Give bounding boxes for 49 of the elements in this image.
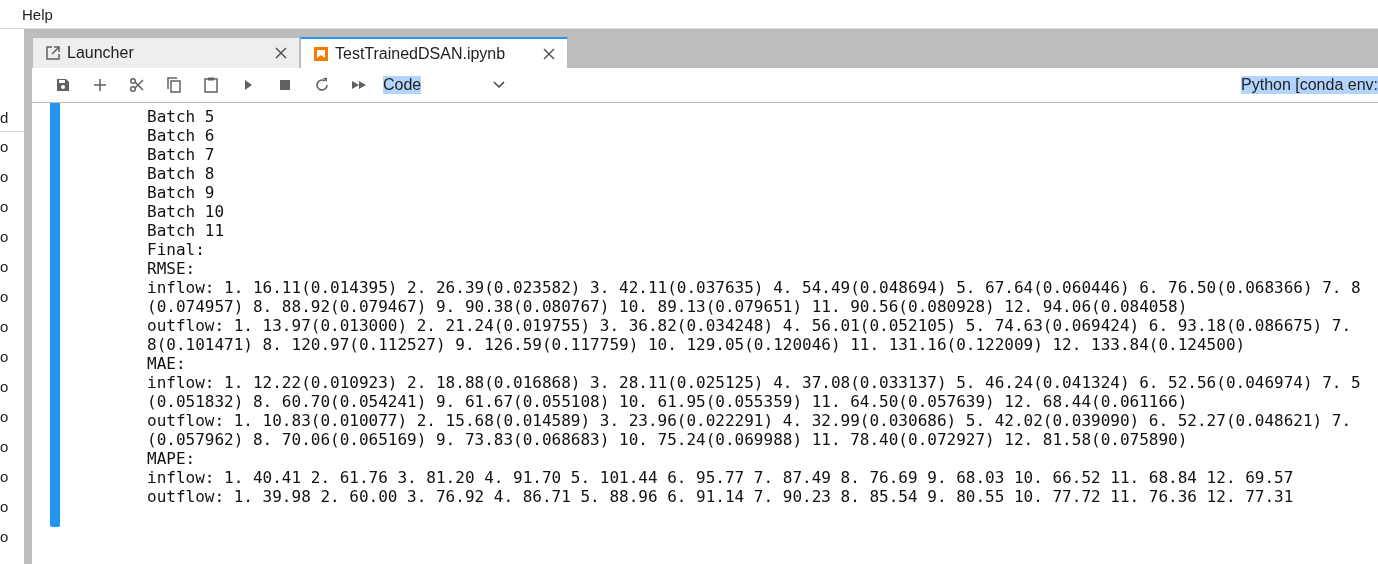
sidebar-item[interactable]: o	[0, 252, 24, 282]
output-line: inflow: 1. 16.11(0.014395) 2. 26.39(0.023582) 3. 42.11(0.037635) 4. 54.49(0.048694) 5. 67.64(0.060446) 6. 76.50(0.068366) 7. 8	[147, 278, 1361, 297]
sidebar-item[interactable]: o	[0, 222, 24, 252]
output-line: Batch 11	[147, 221, 226, 240]
external-link-icon	[45, 45, 61, 61]
paste-icon[interactable]	[201, 76, 220, 94]
output-line: MAPE:	[147, 449, 197, 468]
output-line: 8(0.101471) 8. 120.97(0.112527) 9. 126.59(0.117759) 10. 129.05(0.120046) 11. 131.16(0.122009) 12. 133.84(0.124500)	[147, 335, 1247, 354]
output-line: Batch 9	[147, 183, 216, 202]
notebook-icon	[313, 45, 329, 62]
output-line: MAE:	[147, 354, 187, 373]
output-line: Batch 10	[147, 202, 226, 221]
sidebar-item[interactable]: o	[0, 522, 24, 552]
output-line: (0.057962) 8. 70.06(0.065169) 9. 73.83(0.068683) 10. 75.24(0.069988) 11. 78.40(0.072927) 12. 81.58(0.075890)	[147, 430, 1189, 449]
cell-collapser[interactable]	[50, 103, 60, 527]
cell-type-dropdown[interactable]: Code	[383, 76, 422, 94]
sidebar-item[interactable]: o	[0, 342, 24, 372]
output-line: (0.051832) 8. 60.70(0.054241) 9. 61.67(0.055108) 10. 61.95(0.055359) 11. 64.50(0.057639) 12. 68.44(0.061166)	[147, 392, 1189, 411]
sidebar-item[interactable]: o	[0, 372, 24, 402]
sidebar-item[interactable]: o	[0, 162, 24, 192]
sidebar-item[interactable]: o	[0, 492, 24, 522]
output-line: outflow: 1. 13.97(0.013000) 2. 21.24(0.019755) 3. 36.82(0.034248) 4. 56.01(0.052105) 5. 74.63(0.069424) 6. 93.18(0.086675) 7.	[147, 316, 1353, 335]
output-line: (0.074957) 8. 88.92(0.079467) 9. 90.38(0.080767) 10. 89.13(0.079651) 11. 90.56(0.080928) 12. 94.06(0.084058)	[147, 297, 1189, 316]
sidebar-item[interactable]: o	[0, 192, 24, 222]
output-line: Batch 7	[147, 145, 216, 164]
chevron-down-icon[interactable]	[493, 81, 505, 89]
sidebar-item[interactable]: o	[0, 432, 24, 462]
sidebar-item[interactable]: o	[0, 312, 24, 342]
close-icon[interactable]	[543, 47, 555, 60]
output-line: Final:	[147, 240, 206, 259]
output-line: RMSE:	[147, 259, 197, 278]
menu-item[interactable]: Help	[22, 5, 53, 23]
sidebar-item[interactable]: o	[0, 462, 24, 492]
output-line: inflow: 1. 12.22(0.010923) 2. 18.88(0.016868) 3. 28.11(0.025125) 4. 37.08(0.033137) 5. 46.24(0.041324) 6. 52.56(0.046974) 7. 5	[147, 373, 1361, 392]
close-icon[interactable]	[275, 47, 287, 59]
copy-icon[interactable]	[164, 76, 183, 94]
output-line: outflow: 1. 39.98 2. 60.00 3. 76.92 4. 86.71 5. 88.96 6. 91.14 7. 90.23 8. 85.54 9. 80.55 10. 77.72 11. 76.36 12. 77.31	[147, 487, 1295, 506]
output-line: Batch 5	[147, 107, 216, 126]
cut-icon[interactable]	[127, 76, 146, 94]
output-line: Batch 8	[147, 164, 216, 183]
kernel-name[interactable]: Python [conda env:	[1241, 76, 1378, 94]
sidebar-item[interactable]: o	[0, 402, 24, 432]
output-line: Batch 6	[147, 126, 216, 145]
sidebar-item[interactable]: o	[0, 282, 24, 312]
tab[interactable]: TestTrainedDSAN.ipynb	[300, 37, 568, 68]
output-line: outflow: 1. 10.83(0.010077) 2. 15.68(0.014589) 3. 23.96(0.022291) 4. 32.99(0.030686) 5. 42.02(0.039090) 6. 52.27(0.048621) 7.	[147, 411, 1353, 430]
sidebar-item[interactable]: o	[0, 132, 24, 162]
tab[interactable]: Launcher	[32, 37, 300, 68]
output-line: inflow: 1. 40.41 2. 61.76 3. 81.20 4. 91.70 5. 101.44 6. 95.77 7. 87.49 8. 76.69 9. 68.03 10. 66.52 11. 68.84 12. 69.57	[147, 468, 1295, 487]
